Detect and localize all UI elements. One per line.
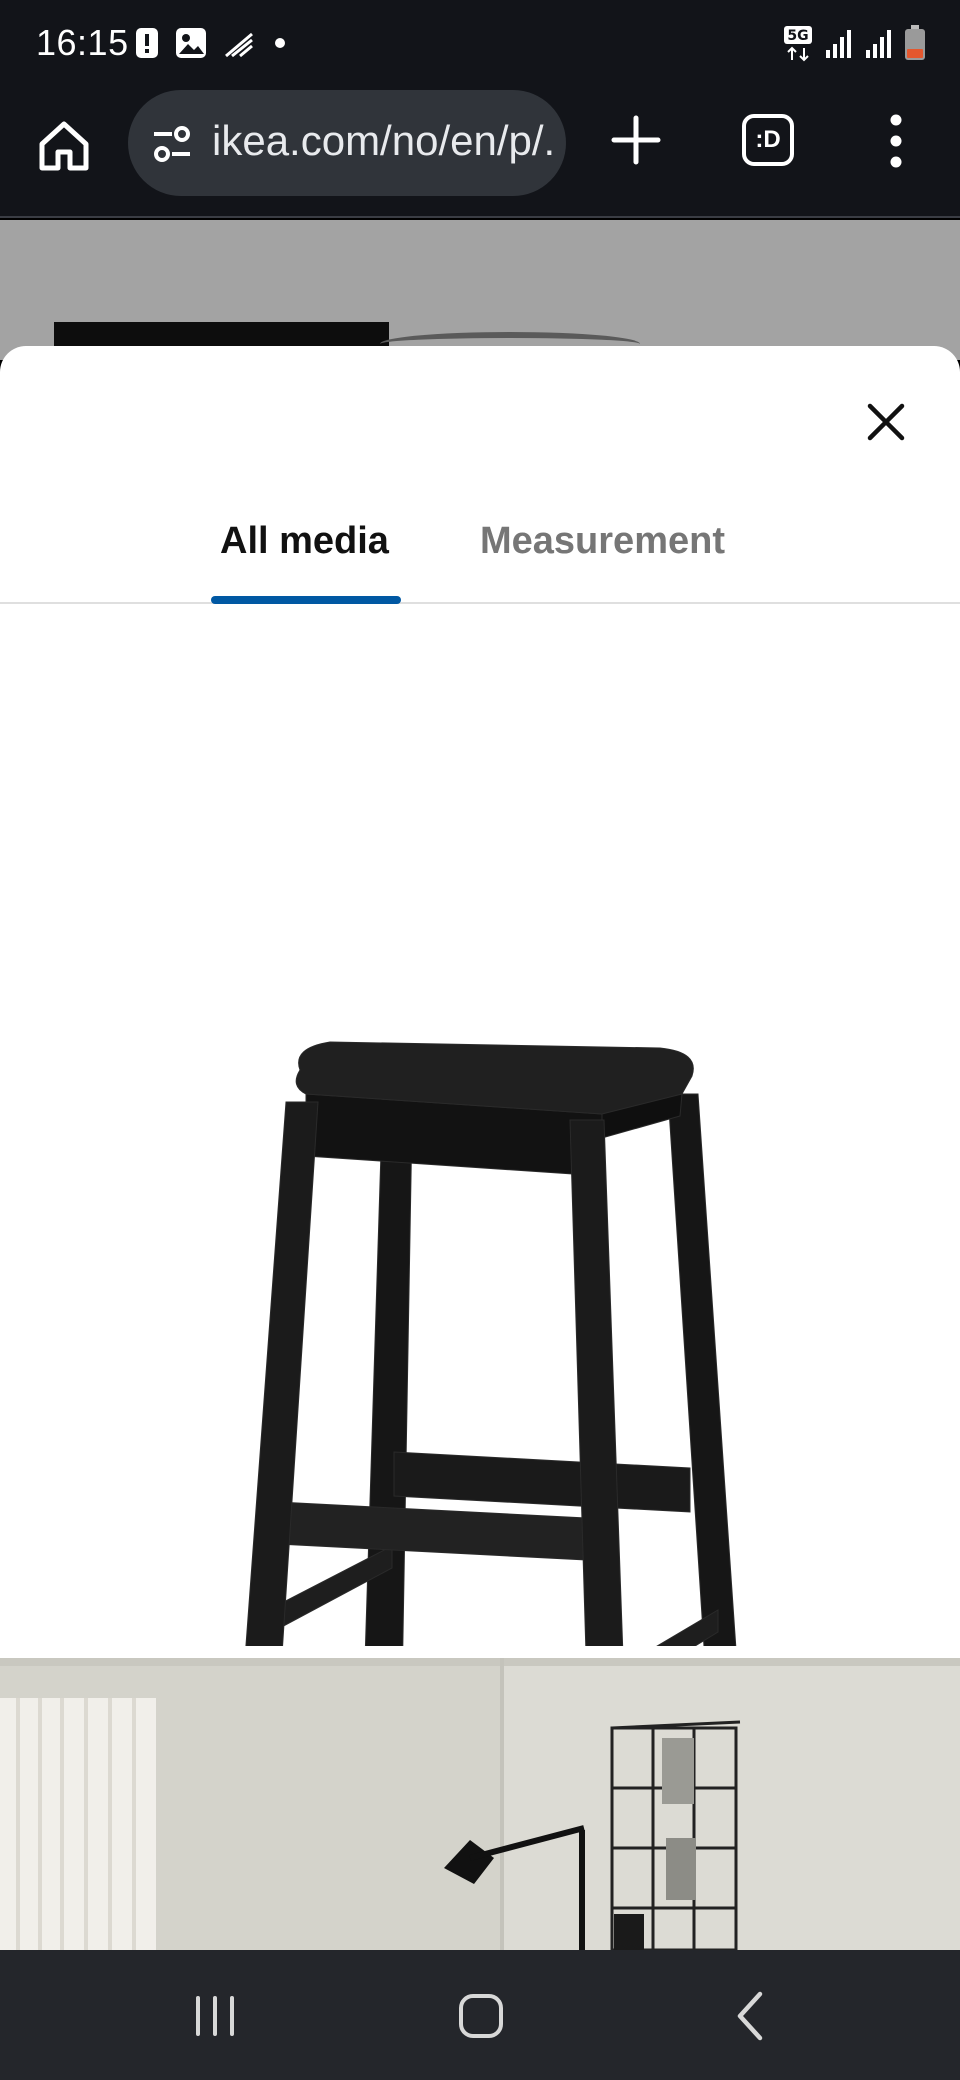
recents-icon[interactable] [180,1986,250,2046]
home-nav-icon[interactable] [446,1986,516,2046]
status-time: 16:15 [36,22,129,63]
home-icon[interactable] [36,118,92,174]
5g-icon: 5G [784,26,812,62]
active-tab-indicator [211,596,401,604]
status-bar: 16:15 5G [0,0,960,88]
image-icon [176,28,206,58]
tab-switcher-button[interactable]: :D [742,114,794,166]
room-lifestyle-image[interactable] [0,1658,960,1950]
signal-icon [826,30,851,58]
signal-icon [866,30,891,58]
more-menu-icon[interactable] [876,108,916,174]
tab-all-media[interactable]: All media [220,516,389,602]
system-nav-bar [0,1950,960,2080]
media-tabs: All media Measurement [0,516,960,604]
signal-activity-icon [225,32,253,58]
tab-measurement[interactable]: Measurement [480,516,725,602]
status-right-icons: 5G [782,24,926,62]
close-icon[interactable] [862,398,910,446]
status-left-icons [134,26,290,60]
back-icon[interactable] [716,1986,786,2046]
battery-low-icon [905,25,925,60]
alert-icon [136,28,158,58]
site-settings-icon[interactable] [150,124,194,164]
product-image-bar-stool[interactable] [0,646,960,1646]
url-bar[interactable]: ikea.com/no/en/p/... [128,90,566,196]
page-backdrop [0,220,960,360]
svg-text:5G: 5G [787,28,808,44]
browser-toolbar: ikea.com/no/en/p/... :D [0,88,960,218]
dot-icon [275,38,285,48]
url-text[interactable]: ikea.com/no/en/p/... [212,117,552,165]
new-tab-icon[interactable] [606,110,666,170]
media-modal: All media Measurement [0,346,960,1950]
